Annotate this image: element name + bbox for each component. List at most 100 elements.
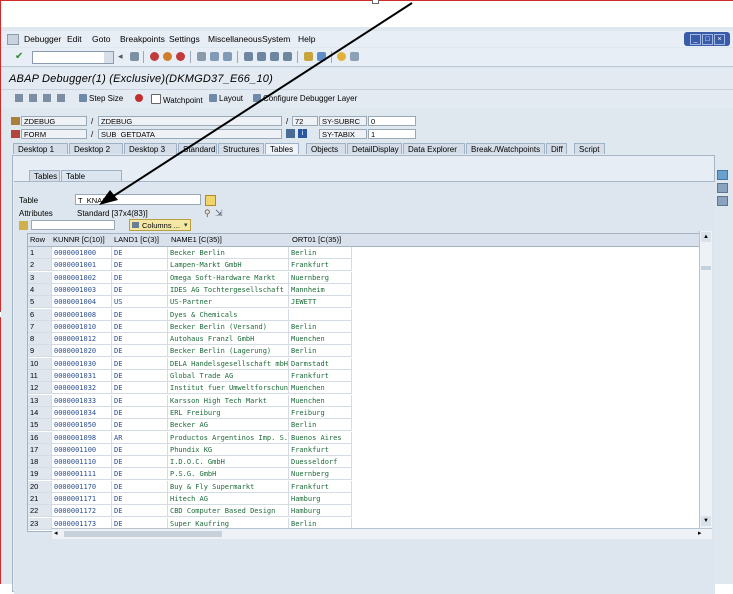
cell-ort01[interactable]: Hamburg: [289, 505, 352, 518]
table-row[interactable]: 12 0000001032 DE Institut fuer Umweltforsch…: [28, 382, 711, 395]
cell-land1[interactable]: DE: [112, 333, 168, 346]
step-over-icon[interactable]: [29, 94, 37, 102]
row-number[interactable]: 7: [28, 320, 52, 333]
resize-handle[interactable]: [372, 0, 379, 4]
cell-name1[interactable]: Karsson High Tech Markt: [168, 394, 289, 407]
table-row[interactable]: 21 0000001171 DE Hitech AG Hamburg: [28, 493, 711, 505]
subtab-table-contents[interactable]: Table Contents: [61, 170, 122, 192]
table-row[interactable]: 5 0000001004 US US-Partner JEWETT: [28, 296, 711, 309]
table-name-input[interactable]: T_KNA1: [75, 194, 201, 205]
cell-land1[interactable]: DE: [112, 345, 168, 358]
column-header-name1[interactable]: NAME1 [C(35)]: [171, 235, 222, 244]
tab-diff[interactable]: Diff: [546, 143, 567, 154]
column-header-ort01[interactable]: ORT01 [C(35)]: [292, 235, 341, 244]
scroll-down-icon[interactable]: ▼: [701, 516, 711, 526]
menu-debugger[interactable]: Debugger: [24, 34, 61, 44]
cell-name1[interactable]: Dyes & Chemicals: [168, 308, 289, 321]
enter-icon[interactable]: ✔: [15, 51, 23, 62]
cell-ort01[interactable]: Frankfurt: [289, 370, 352, 382]
tool-services-icon[interactable]: [717, 196, 728, 206]
vertical-scrollbar[interactable]: ▲ ▼: [699, 231, 712, 531]
cell-name1[interactable]: P.S.G. GmbH: [168, 468, 289, 481]
cell-kunnr[interactable]: 0000001010: [52, 320, 112, 333]
cell-name1[interactable]: Global Trade AG: [168, 370, 289, 382]
horizontal-scrollbar[interactable]: ◂ ▸: [52, 528, 712, 539]
cell-kunnr[interactable]: 0000001050: [52, 419, 112, 432]
next-page-icon[interactable]: [270, 52, 279, 61]
step-into-icon[interactable]: [15, 94, 23, 102]
table-row[interactable]: 17 0000001100 DE Phundix KG Frankfurt: [28, 443, 711, 456]
cell-ort01[interactable]: Berlin: [289, 247, 352, 259]
back-icon[interactable]: [150, 52, 159, 61]
cell-land1[interactable]: DE: [112, 308, 168, 321]
cell-name1[interactable]: Autohaus Franzl GmbH: [168, 333, 289, 346]
table-row[interactable]: 1 0000001000 DE Becker Berlin Berlin: [28, 247, 711, 259]
layout-button[interactable]: Layout: [209, 94, 243, 103]
cell-land1[interactable]: DE: [112, 443, 168, 456]
cell-land1[interactable]: AR: [112, 431, 168, 444]
cell-kunnr[interactable]: 0000001012: [52, 333, 112, 346]
key-icon[interactable]: ⚲: [204, 208, 211, 219]
shortcut-icon[interactable]: [317, 52, 326, 61]
cell-kunnr[interactable]: 0000001170: [52, 480, 112, 493]
row-number[interactable]: 11: [28, 370, 52, 382]
cell-ort01[interactable]: Muenchen: [289, 394, 352, 407]
table-row[interactable]: 19 0000001111 DE P.S.G. GmbH Nuernberg: [28, 468, 711, 481]
tree-icon[interactable]: [286, 129, 295, 138]
cell-kunnr[interactable]: 0000001171: [52, 493, 112, 505]
cell-ort01[interactable]: Frankfurt: [289, 259, 352, 272]
cell-name1[interactable]: US-Partner: [168, 296, 289, 309]
cell-kunnr[interactable]: 0000001020: [52, 345, 112, 358]
cell-name1[interactable]: I.D.O.C. GmbH: [168, 456, 289, 469]
cell-name1[interactable]: Becker Berlin (Versand): [168, 320, 289, 333]
tab-detaildisplay[interactable]: DetailDisplay: [347, 143, 402, 154]
row-number[interactable]: 10: [28, 357, 52, 370]
tab-standard[interactable]: Standard: [178, 143, 217, 154]
table-row[interactable]: 16 0000001098 AR Productos Argentinos Imp. …: [28, 431, 711, 444]
row-number[interactable]: 3: [28, 271, 52, 284]
cell-kunnr[interactable]: 0000001030: [52, 357, 112, 370]
cell-land1[interactable]: DE: [112, 505, 168, 518]
cell-land1[interactable]: DE: [112, 419, 168, 432]
filter-input[interactable]: [31, 220, 115, 230]
row-number[interactable]: 6: [28, 308, 52, 321]
table-row[interactable]: 8 0000001012 DE Autohaus Franzl GmbH Muenche…: [28, 333, 711, 346]
table-row[interactable]: 15 0000001050 DE Becker AG Berlin: [28, 419, 711, 432]
cell-kunnr[interactable]: 0000001003: [52, 283, 112, 296]
swap-tool-icon[interactable]: [717, 183, 728, 193]
row-number[interactable]: 21: [28, 493, 52, 505]
table-row[interactable]: 4 0000001003 DE IDES AG Tochtergesellschaft…: [28, 283, 711, 296]
row-number[interactable]: 1: [28, 247, 52, 259]
cell-kunnr[interactable]: 0000001008: [52, 308, 112, 321]
info-icon[interactable]: i: [298, 129, 307, 138]
new-window-icon[interactable]: [717, 170, 728, 180]
cell-kunnr[interactable]: 0000001098: [52, 431, 112, 444]
table-row[interactable]: 2 0000001001 DE Lampen-Markt GmbH Frankfurt: [28, 259, 711, 272]
tab-structures[interactable]: Structures: [218, 143, 264, 154]
table-row[interactable]: 13 0000001033 DE Karsson High Tech Markt Mue…: [28, 394, 711, 407]
cell-ort01[interactable]: Nuernberg: [289, 468, 352, 481]
row-number[interactable]: 19: [28, 468, 52, 481]
scroll-right-icon[interactable]: ▸: [698, 529, 702, 537]
row-number[interactable]: 8: [28, 333, 52, 346]
subtab-tables[interactable]: Tables: [29, 170, 60, 181]
exit-icon[interactable]: [163, 52, 172, 61]
tab-tables[interactable]: Tables: [265, 143, 299, 154]
cell-land1[interactable]: DE: [112, 493, 168, 505]
cell-name1[interactable]: CBD Computer Based Design: [168, 505, 289, 518]
cell-kunnr[interactable]: 0000001100: [52, 443, 112, 456]
scroll-up-icon[interactable]: ▲: [701, 232, 711, 242]
customize-layout-icon[interactable]: [350, 52, 359, 61]
cell-land1[interactable]: DE: [112, 382, 168, 395]
cell-kunnr[interactable]: 0000001033: [52, 394, 112, 407]
cell-ort01[interactable]: Berlin: [289, 419, 352, 432]
cell-land1[interactable]: DE: [112, 406, 168, 419]
row-number[interactable]: 5: [28, 296, 52, 309]
find-icon[interactable]: [210, 52, 219, 61]
cell-ort01[interactable]: JEWETT: [289, 296, 352, 309]
maximize-icon[interactable]: □: [702, 34, 713, 45]
menu-settings[interactable]: Settings: [169, 34, 200, 44]
cell-kunnr[interactable]: 0000001110: [52, 456, 112, 469]
cell-land1[interactable]: US: [112, 296, 168, 309]
tab-break-watchpoints[interactable]: Break./Watchpoints: [466, 143, 545, 154]
